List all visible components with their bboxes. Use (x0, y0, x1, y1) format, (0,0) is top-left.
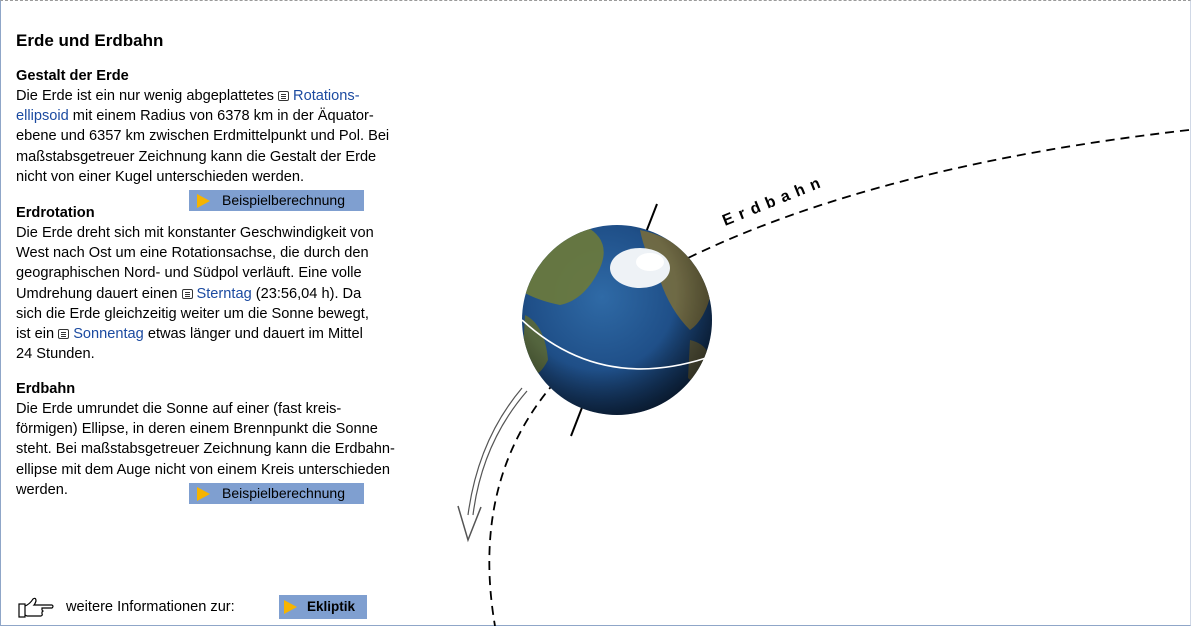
motion-arrow-head (457, 505, 482, 543)
pointing-hand-icon (18, 597, 54, 618)
orbit-path (687, 129, 1190, 259)
more-info-label: weitere Informationen zur: (66, 599, 235, 615)
play-icon (284, 600, 297, 614)
motion-arrow (472, 390, 528, 516)
earth-globe (521, 225, 712, 415)
button-label: Ekliptik (307, 599, 356, 614)
orbit-path-lower (488, 381, 556, 626)
earth-orbit-illustration: Erdbahn (457, 129, 1190, 626)
ekliptik-button[interactable]: Ekliptik (279, 595, 367, 619)
rotation-axis-south (570, 404, 584, 437)
